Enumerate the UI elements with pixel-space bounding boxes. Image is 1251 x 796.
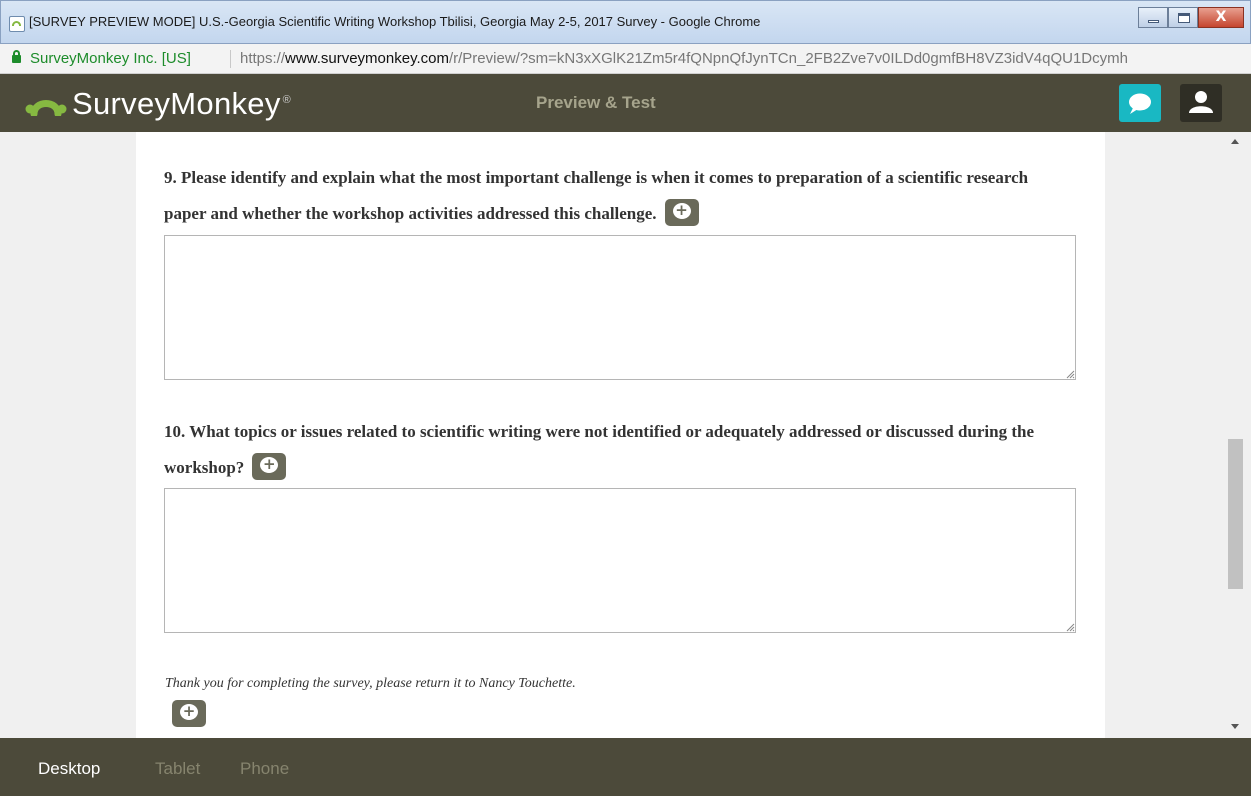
resize-grip-icon[interactable] xyxy=(1065,622,1075,632)
surveymonkey-logo-icon xyxy=(25,100,67,116)
surveymonkey-logo-text[interactable]: SurveyMonkey ® xyxy=(72,86,291,122)
add-comment-icon[interactable] xyxy=(664,198,699,226)
minimize-button[interactable] xyxy=(1138,7,1168,28)
question-9-title: 9. Please identify and explain what the … xyxy=(164,160,1054,232)
device-preview-bar: Desktop Tablet Phone xyxy=(0,738,1251,796)
feedback-chat-button[interactable] xyxy=(1119,84,1161,122)
lock-icon xyxy=(12,50,21,63)
question-10-text: 10. What topics or issues related to sci… xyxy=(164,422,1035,477)
resize-grip-icon[interactable] xyxy=(1065,369,1075,379)
url-path: /r/Preview/?sm=kN3xXGlK21Zm5r4fQNpnQfJyn… xyxy=(448,50,1128,67)
close-button[interactable]: X xyxy=(1198,7,1244,28)
scroll-up-arrow-icon[interactable] xyxy=(1231,139,1239,144)
tab-tablet[interactable]: Tablet xyxy=(155,759,200,779)
window-controls: X xyxy=(1138,7,1244,29)
registered-mark: ® xyxy=(282,94,292,106)
surveymonkey-header: SurveyMonkey ® Preview & Test xyxy=(0,74,1251,132)
site-identity[interactable]: SurveyMonkey Inc. [US] xyxy=(30,50,191,67)
survey-viewport: 9. Please identify and explain what the … xyxy=(0,132,1251,738)
address-divider xyxy=(230,50,231,68)
survey-page: 9. Please identify and explain what the … xyxy=(136,132,1105,738)
add-comment-icon[interactable] xyxy=(172,700,206,727)
logo-wordmark: SurveyMonkey xyxy=(72,86,281,121)
add-comment-icon[interactable] xyxy=(252,452,287,480)
tab-desktop[interactable]: Desktop xyxy=(38,759,100,779)
scroll-down-arrow-icon[interactable] xyxy=(1231,724,1239,729)
question-10-title: 10. What topics or issues related to sci… xyxy=(164,414,1054,486)
window-title: [SURVEY PREVIEW MODE] U.S.-Georgia Scien… xyxy=(29,14,761,29)
url-scheme: https:// xyxy=(240,50,286,67)
surveymonkey-favicon-icon xyxy=(9,16,25,32)
vertical-scrollbar[interactable] xyxy=(1227,132,1244,738)
preview-test-title: Preview & Test xyxy=(536,93,656,112)
user-account-button[interactable] xyxy=(1180,84,1222,122)
question-10-answer-input[interactable] xyxy=(164,488,1076,633)
question-9-text: 9. Please identify and explain what the … xyxy=(164,168,1029,223)
url-host: www.surveymonkey.com xyxy=(285,50,449,67)
maximize-button[interactable] xyxy=(1168,7,1198,28)
close-icon: X xyxy=(1215,9,1227,25)
closing-message: Thank you for completing the survey, ple… xyxy=(165,676,576,691)
tab-phone[interactable]: Phone xyxy=(240,759,289,779)
chat-icon xyxy=(1129,93,1151,114)
user-icon xyxy=(1189,91,1213,113)
address-bar[interactable]: SurveyMonkey Inc. [US] https://www.surve… xyxy=(0,44,1251,74)
url-text[interactable]: https://www.surveymonkey.com/r/Preview/?… xyxy=(240,50,1128,67)
question-9-answer-input[interactable] xyxy=(164,235,1076,380)
scrollbar-thumb[interactable] xyxy=(1228,439,1243,589)
window-title-bar: [SURVEY PREVIEW MODE] U.S.-Georgia Scien… xyxy=(0,0,1251,44)
